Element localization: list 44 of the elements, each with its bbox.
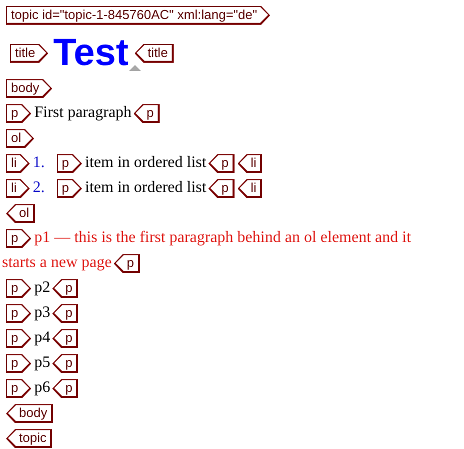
start-tag: li: [6, 154, 30, 174]
paragraph-text: p6: [34, 378, 50, 398]
paragraph-text: starts a new page: [2, 253, 112, 274]
end-tag: p: [208, 154, 235, 174]
list-number: 1.: [32, 154, 45, 172]
list-number: 2.: [32, 179, 45, 196]
paragraph-text: item in ordered list: [85, 178, 206, 198]
end-tag: p: [52, 354, 78, 374]
start-tag: body: [6, 79, 52, 98]
start-tag: p: [6, 104, 32, 124]
end-tag: p: [134, 104, 160, 124]
end-tag: title: [134, 44, 174, 63]
paragraph-text: p1 — this is the first paragraph behind an ol element and it: [34, 228, 412, 248]
start-tag: p: [6, 354, 32, 374]
end-tag: p: [52, 329, 78, 348]
end-tag: li: [238, 179, 262, 198]
start-tag: p: [6, 379, 32, 398]
start-tag: p: [6, 279, 32, 298]
start-tag: ol: [6, 129, 34, 148]
title-text: Test: [53, 32, 129, 74]
end-tag: p: [52, 304, 78, 324]
triangle-icon: [128, 65, 141, 71]
start-tag: p: [6, 229, 32, 248]
start-tag: topic id="topic-1-845760AC" xml:lang="de": [6, 6, 270, 25]
end-tag: p: [208, 179, 235, 198]
start-tag: p: [6, 304, 32, 324]
end-tag: p: [114, 254, 140, 274]
paragraph-text: p4: [34, 328, 50, 348]
start-tag: p: [6, 329, 32, 348]
start-tag: li: [6, 179, 30, 198]
paragraph-text: p2: [34, 278, 50, 298]
paragraph-text: p5: [34, 353, 50, 374]
end-tag: ol: [6, 204, 36, 224]
end-tag: topic: [6, 429, 52, 448]
end-tag: p: [52, 379, 78, 398]
start-tag: title: [10, 44, 48, 63]
start-tag: p: [56, 154, 82, 174]
paragraph-text: First paragraph: [34, 103, 132, 124]
start-tag: p: [56, 179, 82, 198]
paragraph-text: p3: [34, 303, 50, 324]
paragraph-text: item in ordered list: [85, 153, 206, 174]
end-tag: p: [52, 279, 78, 298]
end-tag: body: [6, 404, 54, 424]
end-tag: li: [238, 154, 262, 174]
